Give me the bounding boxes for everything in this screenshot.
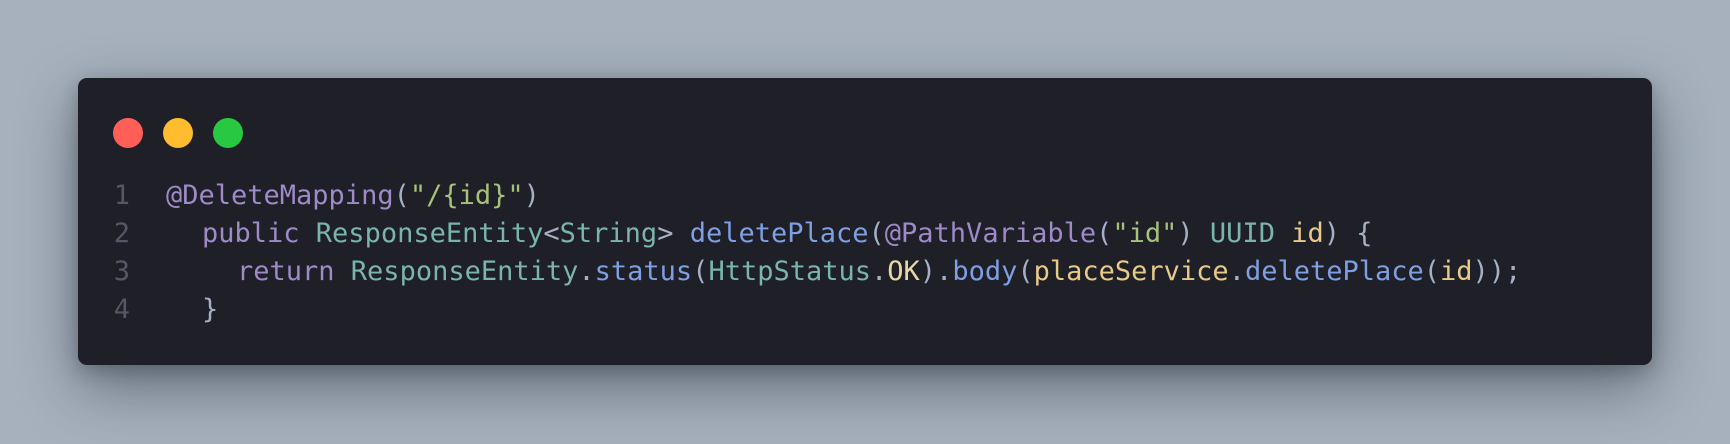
code-token: UUID (1209, 218, 1292, 249)
close-button[interactable] (113, 118, 143, 148)
code-token: ( (393, 180, 410, 211)
line-number: 3 (113, 256, 130, 287)
line-number: 2 (113, 218, 130, 249)
code-block: 1 @DeleteMapping("/{id}") 2 public Response… (78, 177, 1652, 329)
code-token: ). (919, 256, 953, 287)
code-token: ) { (1323, 218, 1373, 249)
code-token: } (202, 294, 219, 325)
code-token: ( (868, 218, 885, 249)
code-token: > (657, 218, 690, 249)
code-token: id (1291, 218, 1324, 249)
code-token: @DeleteMapping (166, 180, 394, 211)
code-token: HttpStatus (708, 256, 872, 287)
code-token: "/{id}" (409, 180, 524, 211)
code-token: ( (1017, 256, 1034, 287)
code-token: ) (1177, 218, 1210, 249)
code-token: ( (1423, 256, 1441, 287)
code-line: 4} (78, 291, 1652, 329)
code-token: OK (887, 256, 920, 287)
minimize-button[interactable] (163, 118, 193, 148)
code-line: 2 public ResponseEntity<String> deletePla… (78, 215, 1652, 253)
code-token: "id" (1112, 218, 1178, 249)
code-line: 1 @DeleteMapping("/{id}") (78, 177, 1652, 215)
line-number: 4 (113, 294, 130, 325)
code-token: status (594, 256, 693, 287)
code-token: return (237, 256, 351, 287)
code-token: ResponseEntity (350, 256, 579, 287)
maximize-button[interactable] (213, 118, 243, 148)
code-token: deletePlace (1244, 256, 1424, 287)
code-token: < (543, 218, 560, 249)
code-token: ( (692, 256, 709, 287)
code-token: public (202, 218, 316, 249)
code-line: 3 return ResponseEntity.status(HttpStatus… (78, 253, 1652, 291)
code-token: )); (1472, 256, 1522, 287)
code-token: . (578, 256, 595, 287)
code-token: placeService (1033, 256, 1229, 287)
code-text: } (166, 291, 218, 329)
code-token: ResponseEntity (315, 218, 544, 249)
code-text: @DeleteMapping("/{id}") (166, 177, 540, 215)
code-token: . (871, 256, 888, 287)
code-token: . (1228, 256, 1245, 287)
code-window: 1 @DeleteMapping("/{id}") 2 public Response… (78, 78, 1652, 365)
code-token: body (952, 256, 1018, 287)
code-token: @PathVariable (884, 218, 1097, 249)
code-token: deletePlace (689, 218, 869, 249)
code-token: String (559, 218, 658, 249)
code-token: ) (523, 180, 540, 211)
line-number: 1 (113, 180, 130, 211)
code-text: public ResponseEntity<String> deletePlac… (166, 215, 1373, 253)
code-token: ( (1096, 218, 1113, 249)
code-token: id (1440, 256, 1473, 287)
code-text: return ResponseEntity.status(HttpStatus.… (166, 253, 1521, 291)
